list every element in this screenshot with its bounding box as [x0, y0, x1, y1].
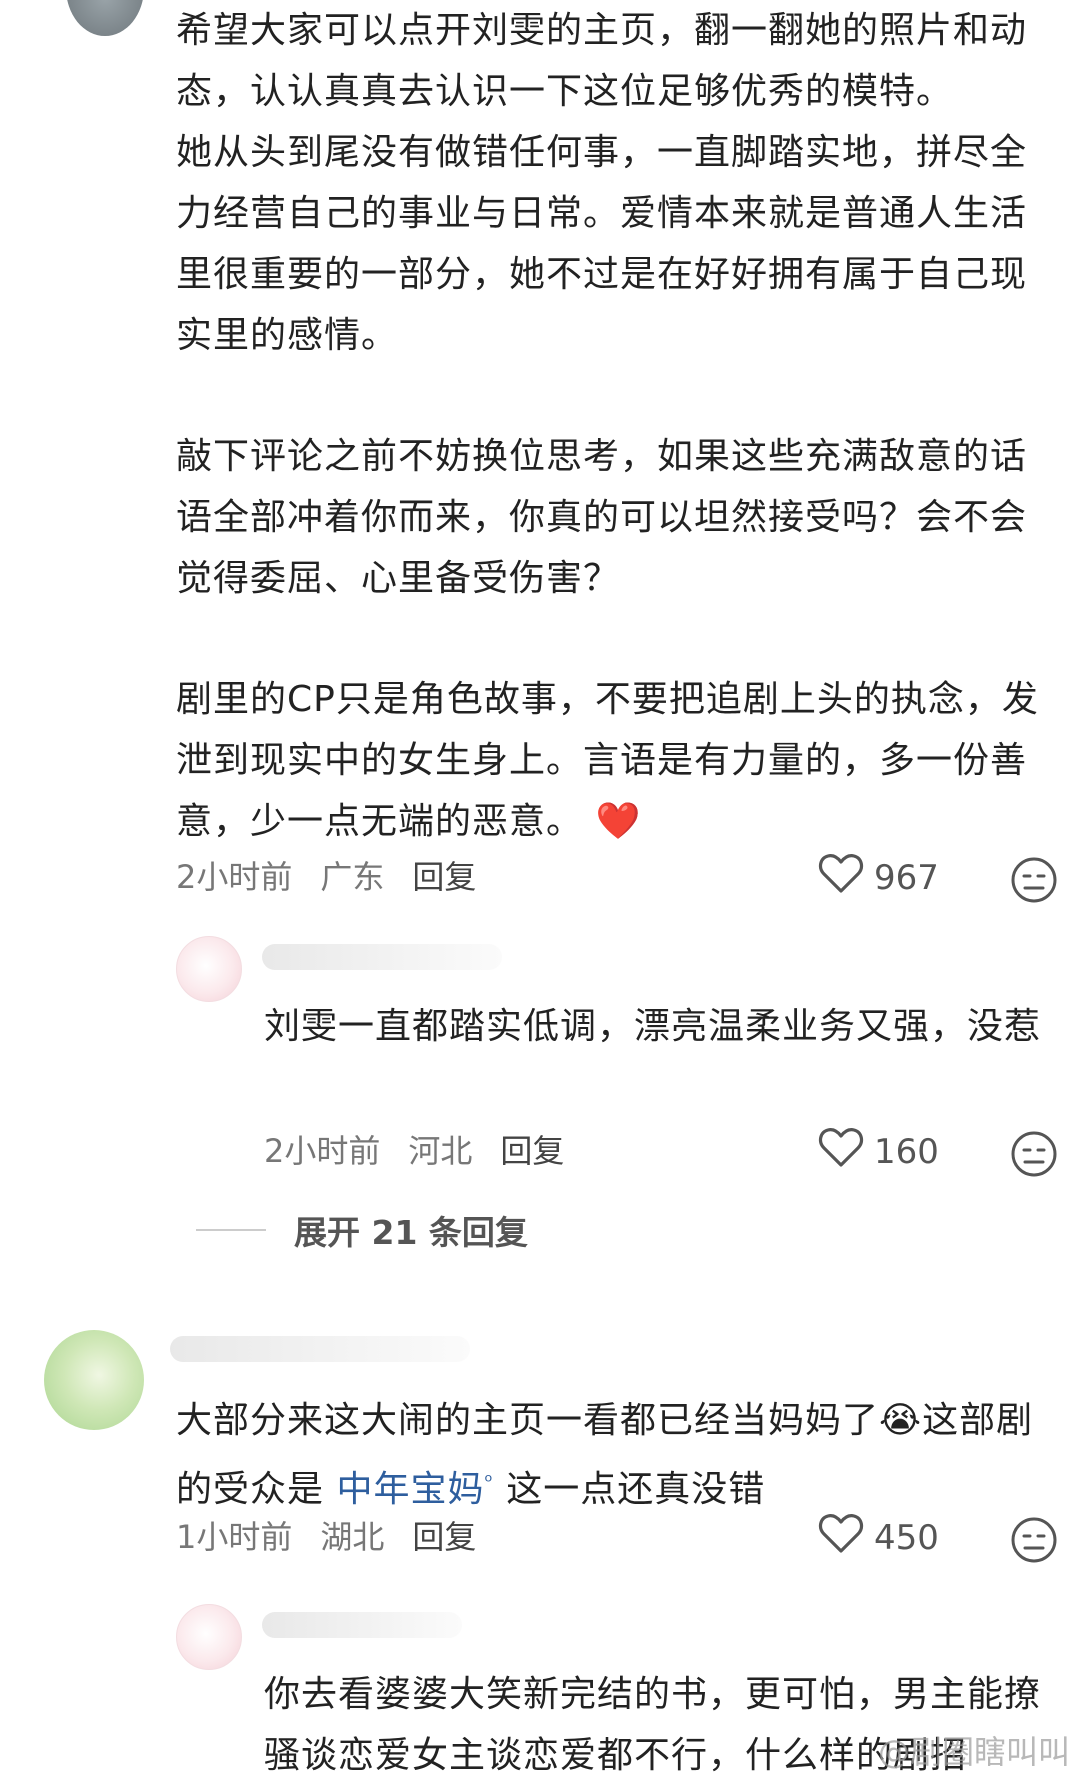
reply-location: 河北: [408, 1132, 473, 1170]
comment-time: 1小时前: [176, 1518, 293, 1556]
reply-button[interactable]: 回复: [500, 1132, 564, 1170]
heart-outline-icon: [818, 1512, 864, 1563]
search-link-label: 中年宝妈: [336, 1469, 485, 1510]
divider: [196, 1229, 266, 1231]
comment-location: 湖北: [320, 1518, 385, 1556]
reply-time: 2小时前: [264, 1132, 381, 1170]
avatar[interactable]: [66, 0, 144, 36]
comment-paragraph: 希望大家可以点开刘雯的主页，翻一翻她的照片和动态，认认真真去认识一下这位足够优秀…: [176, 10, 1028, 112]
search-link[interactable]: 中年宝妈ᵒ: [336, 1469, 493, 1510]
like-button[interactable]: 967: [818, 852, 939, 903]
comment-body: 大部分来这大闹的主页一看都已经当妈妈了😭这部剧的受众是 中年宝妈ᵒ 这一点还真没…: [176, 1390, 1056, 1520]
like-button[interactable]: 450: [818, 1512, 939, 1563]
heart-outline-icon: [818, 1126, 864, 1177]
comment-paragraph: 敲下评论之前不妨换位思考，如果这些充满敌意的话语全部冲着你而来，你真的可以坦然接…: [176, 436, 1028, 599]
reply-text: 刘雯一直都踏实低调，漂亮温柔业务又强，没惹: [264, 1006, 1042, 1047]
comment-text: 大部分来这大闹的主页一看都已经当妈妈了: [176, 1400, 880, 1441]
username-redacted: [170, 1336, 470, 1362]
meh-face-icon[interactable]: [1010, 856, 1058, 908]
avatar[interactable]: [176, 936, 242, 1002]
like-count: 160: [874, 1131, 939, 1172]
avatar[interactable]: [44, 1330, 144, 1430]
username-redacted: [262, 1612, 462, 1638]
expand-replies-label: 展开 21 条回复: [294, 1213, 528, 1252]
crying-emoji: 😭: [879, 1400, 923, 1441]
reply-meta: 2小时前 河北 回复: [264, 1126, 592, 1176]
like-button[interactable]: 160: [818, 1126, 939, 1177]
comment-meta: 1小时前 湖北 回复: [176, 1512, 504, 1562]
comment-paragraph: 她从头到尾没有做错任何事，一直脚踏实地，拼尽全力经营自己的事业与日常。爱情本来就…: [176, 132, 1028, 356]
search-icon: ᵒ: [484, 1469, 494, 1493]
reply-button[interactable]: 回复: [412, 858, 476, 896]
meh-face-icon[interactable]: [1010, 1130, 1058, 1182]
avatar[interactable]: [176, 1604, 242, 1670]
comment-time: 2小时前: [176, 858, 293, 896]
heart-outline-icon: [818, 852, 864, 903]
like-count: 967: [874, 857, 939, 898]
heart-emoji: ❤️: [595, 801, 642, 842]
comment-meta: 2小时前 广东 回复: [176, 852, 504, 902]
username-redacted: [262, 944, 502, 970]
reply-button[interactable]: 回复: [412, 1518, 476, 1556]
comment-location: 广东: [320, 858, 385, 896]
meh-face-icon[interactable]: [1010, 1516, 1058, 1568]
comment-body: 希望大家可以点开刘雯的主页，翻一翻她的照片和动态，认认真真去认识一下这位足够优秀…: [176, 0, 1056, 852]
comment-text: 这一点还真没错: [506, 1469, 766, 1510]
watermark: @剧圈瞎叫叫: [877, 1733, 1070, 1771]
comment-paragraph: 剧里的CP只是角色故事，不要把追剧上头的执念，发泄到现实中的女生身上。言语是有力…: [176, 669, 1056, 852]
expand-replies-button[interactable]: 展开 21 条回复: [196, 1206, 528, 1254]
like-count: 450: [874, 1517, 939, 1558]
